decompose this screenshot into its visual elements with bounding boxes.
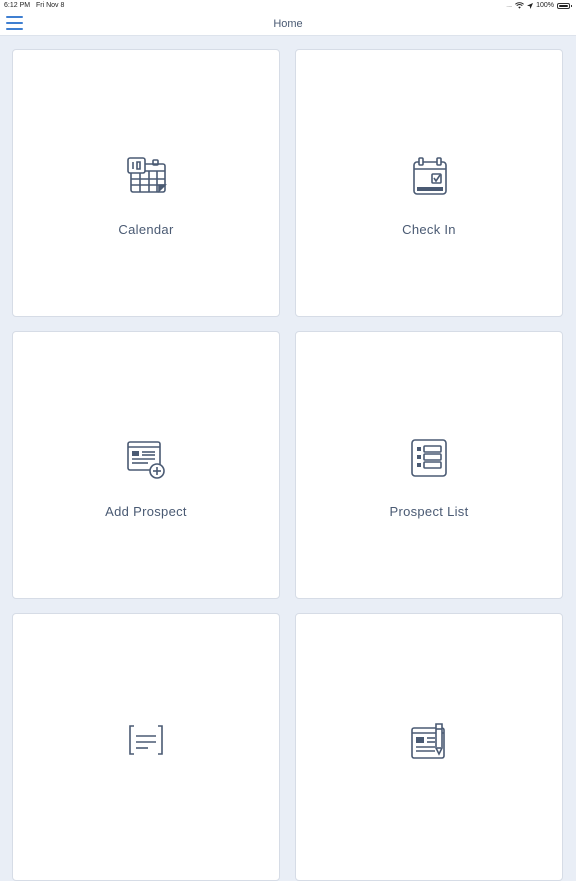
tile-prospect-list[interactable]: Prospect List: [295, 331, 563, 599]
tile-check-in[interactable]: Check In: [295, 49, 563, 317]
report-icon: [407, 718, 451, 762]
status-bar: 6:12 PM Fri Nov 8 ..... 100%: [0, 0, 576, 12]
battery-percent: 100%: [536, 2, 554, 9]
tile-report[interactable]: [295, 613, 563, 881]
check-in-icon: [407, 154, 451, 198]
calendar-icon: [124, 154, 168, 198]
tile-label: Calendar: [118, 222, 174, 237]
tile-notes[interactable]: [12, 613, 280, 881]
location-arrow-icon: [527, 2, 534, 9]
prospect-list-icon: [407, 436, 451, 480]
status-date: Fri Nov 8: [36, 2, 65, 9]
tile-label: Prospect List: [389, 504, 469, 519]
tile-add-prospect[interactable]: Add Prospect: [12, 331, 280, 599]
signal-icon: .....: [506, 2, 513, 9]
status-indicators: ..... 100%: [506, 2, 572, 9]
navigation-bar: Home: [0, 12, 576, 36]
battery-icon: [557, 2, 572, 9]
tile-calendar[interactable]: Calendar: [12, 49, 280, 317]
wifi-icon: [515, 2, 525, 9]
status-time: 6:12 PM: [4, 2, 31, 9]
add-prospect-icon: [124, 436, 168, 480]
tile-label: Check In: [402, 222, 456, 237]
tile-label: Add Prospect: [105, 504, 187, 519]
notes-icon: [124, 718, 168, 762]
page-title: Home: [273, 18, 303, 30]
